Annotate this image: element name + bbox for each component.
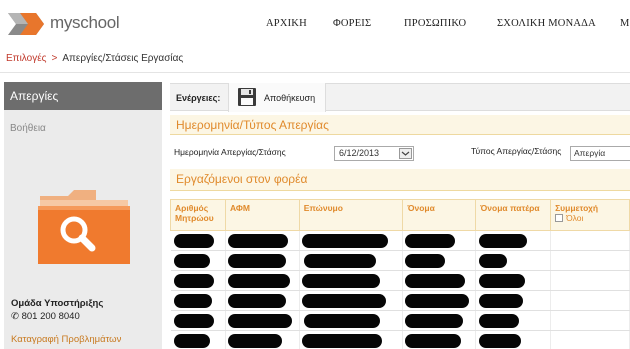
table-row[interactable] [170, 290, 630, 311]
col-registry-number: Αριθμός Μητρώου [170, 199, 226, 231]
participation-cell[interactable] [550, 250, 630, 271]
redaction [301, 334, 382, 348]
table-row[interactable] [170, 330, 630, 349]
participation-cell[interactable] [550, 290, 630, 311]
breadcrumb-separator: > [51, 53, 58, 64]
col-afm: ΑΦΜ [224, 199, 300, 231]
participation-cell[interactable] [550, 310, 630, 331]
col-participation: Συμμετοχή Όλοι [550, 199, 630, 231]
table-row[interactable] [170, 230, 630, 251]
nav-entities[interactable]: ΦΟΡΕΙΣ [333, 18, 371, 29]
select-all-checkbox[interactable] [555, 214, 564, 222]
select-all-label: Όλοι [566, 213, 584, 223]
redaction [173, 334, 210, 348]
redaction [479, 334, 522, 348]
redaction [405, 274, 466, 288]
actions-label: Ενέργειες: [176, 93, 221, 103]
table-header-row: Αριθμός Μητρώου ΑΦΜ Επώνυμο Όνομα Όνομα … [170, 199, 630, 231]
table-row[interactable] [170, 310, 630, 331]
breadcrumb-root[interactable]: Επιλογές [6, 53, 46, 64]
top-bar: myschool ΑΡΧΙΚΗ ΦΟΡΕΙΣ ΠΡΟΣΩΠΙΚΟ ΣΧΟΛΙΚΗ… [0, 0, 630, 46]
actions-bar: Ενέργειες: Αποθήκευση [170, 83, 630, 112]
employees-section-title: Εργαζόμενοι στον φορέα [176, 172, 308, 186]
logo-icon [8, 13, 44, 35]
sidebar-title: Απεργίες [4, 82, 162, 110]
redaction [479, 234, 528, 248]
strike-section-header: Ημερομηνία/Τύπος Απεργίας [170, 115, 630, 135]
participation-label: Συμμετοχή [555, 203, 599, 213]
redaction [479, 254, 508, 268]
redaction [227, 294, 286, 308]
redaction [405, 314, 464, 328]
chevron-down-icon[interactable] [399, 148, 412, 159]
sidebar-help-link[interactable]: Βοήθεια [10, 123, 46, 134]
strike-fields: Ημερομηνία Απεργίας/Στάσης 6/12/2013 Τύπ… [170, 141, 630, 165]
redaction [173, 314, 214, 328]
redaction [479, 274, 526, 288]
phone-icon: ✆ [11, 311, 19, 322]
redaction [227, 234, 288, 248]
redaction [227, 334, 282, 348]
redaction [301, 274, 380, 288]
folder-search-icon [38, 190, 130, 264]
breadcrumb-current: Απεργίες/Στάσεις Εργασίας [62, 53, 184, 64]
table-row[interactable] [170, 270, 630, 291]
redaction [301, 234, 388, 248]
nav-more[interactable]: Μ [620, 18, 630, 29]
strike-date-label: Ημερομηνία Απεργίας/Στάσης [174, 147, 286, 157]
participation-cell[interactable] [550, 230, 630, 251]
participation-cell[interactable] [550, 330, 630, 349]
strike-type-select[interactable]: Απεργία [570, 146, 630, 161]
redaction [405, 254, 446, 268]
redaction [405, 334, 462, 348]
col-surname: Επώνυμο [298, 199, 404, 231]
redaction [479, 294, 524, 308]
employees-table: Αριθμός Μητρώου ΑΦΜ Επώνυμο Όνομα Όνομα … [170, 199, 630, 349]
redaction [173, 254, 210, 268]
sidebar: Απεργίες Βοήθεια Ομάδα Υποστήριξης ✆ 801… [4, 82, 162, 349]
redaction [227, 314, 292, 328]
redaction [301, 294, 386, 308]
support-phone: ✆ 801 200 8040 [11, 311, 80, 322]
strike-date-value: 6/12/2013 [339, 148, 380, 158]
save-button[interactable]: Αποθήκευση [228, 83, 326, 112]
employees-section-header: Εργαζόμενοι στον φορέα [170, 169, 630, 191]
strike-type-label: Τύπος Απεργίας/Στάσης [471, 146, 562, 156]
support-team-label: Ομάδα Υποστήριξης [11, 298, 104, 309]
redaction [173, 234, 214, 248]
nav-personnel[interactable]: ΠΡΟΣΩΠΙΚΟ [404, 18, 466, 29]
col-name: Όνομα [402, 199, 477, 231]
redaction [227, 254, 286, 268]
redaction [303, 254, 376, 268]
logo-text: myschool [50, 13, 120, 32]
redaction [405, 294, 470, 308]
support-phone-number: 801 200 8040 [21, 311, 80, 322]
divider [0, 72, 630, 73]
save-button-label: Αποθήκευση [264, 93, 316, 103]
nav-school-unit[interactable]: ΣΧΟΛΙΚΗ ΜΟΝΑΔΑ [497, 18, 596, 29]
report-problems-link[interactable]: Καταγραφή Προβλημάτων [11, 334, 121, 345]
redaction [479, 314, 520, 328]
breadcrumb: Επιλογές > Απεργίες/Στάσεις Εργασίας [6, 53, 183, 64]
redaction [303, 314, 380, 328]
col-father-name: Όνομα πατέρα [475, 199, 552, 231]
table-row[interactable] [170, 250, 630, 271]
floppy-disk-icon [238, 88, 256, 106]
participation-cell[interactable] [550, 270, 630, 291]
redaction [405, 234, 456, 248]
strike-type-value: Απεργία [574, 148, 606, 158]
redaction [173, 294, 212, 308]
nav-home[interactable]: ΑΡΧΙΚΗ [266, 18, 307, 29]
redaction [227, 274, 290, 288]
redaction [173, 274, 214, 288]
logo[interactable]: myschool [6, 9, 136, 39]
table-body [170, 230, 630, 349]
strike-section-title: Ημερομηνία/Τύπος Απεργίας [176, 118, 329, 132]
strike-date-select[interactable]: 6/12/2013 [334, 146, 414, 161]
